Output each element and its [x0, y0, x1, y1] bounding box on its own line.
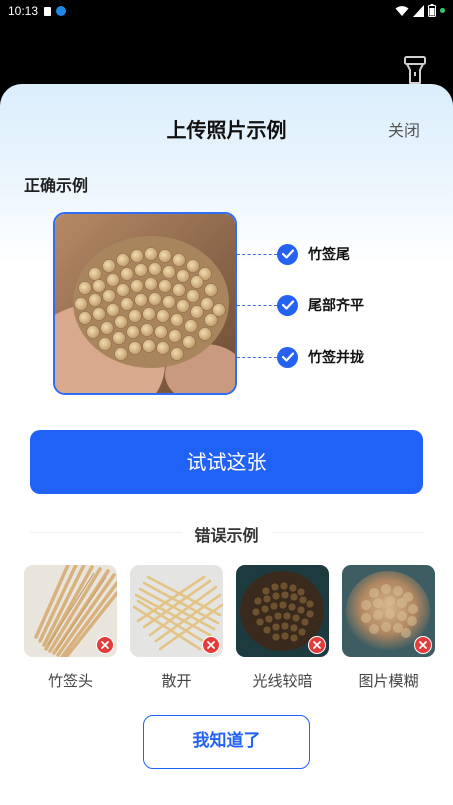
close-x-icon: [414, 636, 432, 654]
flashlight-icon[interactable]: [402, 55, 428, 85]
wrong-example-photo: [342, 565, 435, 657]
wrong-example-heading: 错误示例: [182, 526, 271, 545]
check-label: 尾部齐平: [308, 298, 364, 314]
check-icon: [277, 243, 298, 265]
check-label: 竹签并拢: [308, 350, 364, 366]
check-row: 竹签并拢: [237, 345, 364, 369]
wrong-example-item: 图片模糊: [342, 565, 435, 691]
wifi-icon: [395, 5, 409, 16]
got-it-button[interactable]: 我知道了: [143, 715, 310, 769]
correct-example-photo: [53, 212, 237, 395]
app-notification-icon: [56, 6, 67, 16]
close-x-icon: [202, 636, 220, 654]
wrong-example-label: 散开: [161, 672, 192, 690]
signal-icon: [413, 4, 424, 17]
correct-example-heading: 正确示例: [24, 176, 89, 195]
sheet-title: 上传照片示例: [166, 118, 287, 142]
connector-line: [237, 253, 277, 255]
wrong-example-label: 竹签头: [47, 672, 93, 690]
wrong-example-photo: [24, 565, 117, 657]
status-bar: 10:13: [0, 0, 453, 22]
wrong-example-label: 图片模糊: [358, 672, 419, 690]
wrong-example-photo: [130, 565, 223, 657]
battery-icon: [428, 4, 436, 17]
wrong-example-item: 竹签头: [24, 565, 117, 691]
check-icon: [277, 346, 298, 368]
status-dot: [440, 8, 445, 13]
upload-example-sheet: 上传照片示例 关闭 正确示例 竹签尾 尾部齐平 竹签并拢 试试这张 错误示例 竹…: [0, 84, 453, 805]
status-icons: [395, 4, 445, 17]
close-x-icon: [96, 636, 114, 654]
wrong-example-item: 散开: [130, 565, 223, 691]
check-row: 尾部齐平: [237, 293, 364, 317]
check-icon: [277, 294, 298, 316]
close-button[interactable]: 关闭: [388, 117, 420, 141]
check-label: 竹签尾: [308, 247, 350, 263]
close-x-icon: [308, 636, 326, 654]
wrong-example-label: 光线较暗: [252, 672, 313, 690]
check-row: 竹签尾: [237, 242, 350, 266]
connector-line: [237, 304, 277, 306]
connector-line: [237, 356, 277, 358]
wrong-example-photo: [236, 565, 329, 657]
notification-icon: [44, 6, 52, 16]
status-time: 10:13: [8, 4, 39, 18]
wrong-example-heading-wrap: 错误示例: [0, 522, 453, 546]
wrong-example-item: 光线较暗: [236, 565, 329, 691]
try-this-button[interactable]: 试试这张: [30, 430, 423, 494]
